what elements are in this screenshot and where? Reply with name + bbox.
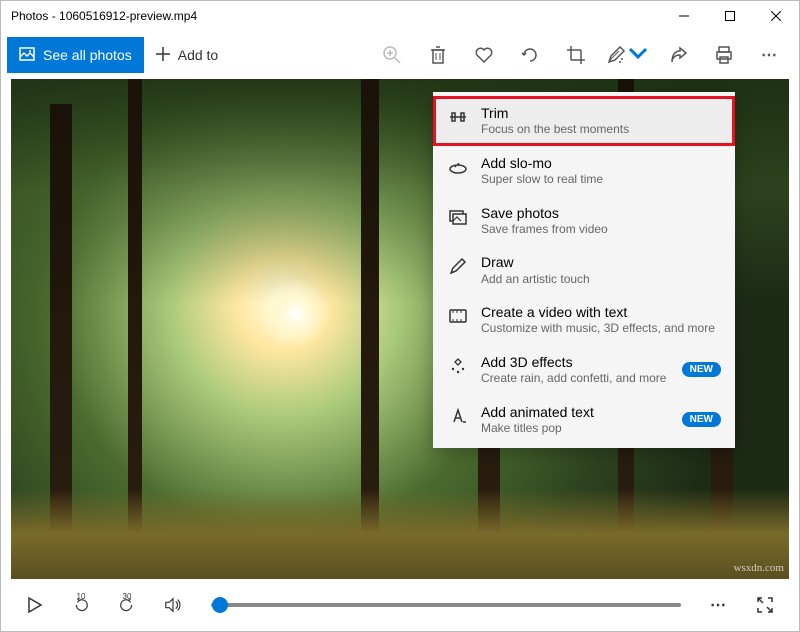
menu-title: Draw	[481, 253, 721, 271]
menu-subtitle: Customize with music, 3D effects, and mo…	[481, 321, 721, 337]
skip-fwd-label: 30	[123, 592, 132, 601]
window-title: Photos - 1060516912-preview.mp4	[11, 9, 197, 23]
edit-create-button[interactable]	[599, 31, 655, 79]
fullscreen-button[interactable]	[747, 587, 783, 623]
see-all-label: See all photos	[43, 47, 132, 63]
video-text-icon	[447, 305, 469, 327]
playback-bar: 10 30 ⋯	[1, 579, 799, 631]
menu-item-trim[interactable]: Trim Focus on the best moments	[433, 96, 735, 146]
add-to-label: Add to	[178, 47, 218, 63]
new-badge: NEW	[682, 412, 721, 427]
menu-subtitle: Save frames from video	[481, 222, 721, 238]
menu-title: Trim	[481, 104, 721, 122]
minimize-button[interactable]	[661, 1, 707, 31]
menu-subtitle: Add an artistic touch	[481, 272, 721, 288]
menu-subtitle: Focus on the best moments	[481, 122, 721, 138]
menu-item-3d-effects[interactable]: Add 3D effects Create rain, add confetti…	[433, 345, 735, 395]
slomo-icon	[447, 156, 469, 178]
menu-title: Add slo-mo	[481, 154, 721, 172]
skip-back-button[interactable]: 10	[63, 587, 99, 623]
app-window: Photos - 1060516912-preview.mp4 See all …	[0, 0, 800, 632]
trim-icon	[447, 106, 469, 128]
watermark: wsxdn.com	[734, 562, 784, 574]
effects-3d-icon	[447, 355, 469, 377]
share-button[interactable]	[655, 31, 701, 79]
more-button[interactable]: ⋯	[747, 31, 793, 79]
maximize-button[interactable]	[707, 1, 753, 31]
crop-button[interactable]	[553, 31, 599, 79]
edit-create-menu: Trim Focus on the best moments Add slo-m…	[433, 92, 735, 448]
add-to-button[interactable]: Add to	[144, 37, 230, 73]
menu-subtitle: Create rain, add confetti, and more	[481, 371, 670, 387]
menu-item-save-photos[interactable]: Save photos Save frames from video	[433, 196, 735, 246]
chevron-down-icon	[628, 43, 648, 68]
volume-button[interactable]	[155, 587, 191, 623]
new-badge: NEW	[682, 362, 721, 377]
photos-icon	[19, 46, 35, 65]
see-all-photos-button[interactable]: See all photos	[7, 37, 144, 73]
plus-icon	[156, 47, 170, 64]
play-button[interactable]	[17, 587, 53, 623]
skip-back-label: 10	[77, 592, 86, 601]
menu-item-video-text[interactable]: Create a video with text Customize with …	[433, 295, 735, 345]
seek-thumb[interactable]	[212, 597, 228, 613]
menu-title: Save photos	[481, 204, 721, 222]
menu-subtitle: Super slow to real time	[481, 172, 721, 188]
titlebar: Photos - 1060516912-preview.mp4	[1, 1, 799, 31]
zoom-button[interactable]	[369, 31, 415, 79]
menu-item-slomo[interactable]: Add slo-mo Super slow to real time	[433, 146, 735, 196]
menu-title: Add 3D effects	[481, 353, 670, 371]
draw-icon	[447, 255, 469, 277]
print-button[interactable]	[701, 31, 747, 79]
skip-forward-button[interactable]: 30	[109, 587, 145, 623]
delete-button[interactable]	[415, 31, 461, 79]
save-photos-icon	[447, 206, 469, 228]
close-button[interactable]	[753, 1, 799, 31]
seek-slider[interactable]	[211, 603, 681, 607]
menu-item-animated-text[interactable]: Add animated text Make titles pop NEW	[433, 395, 735, 445]
favorite-button[interactable]	[461, 31, 507, 79]
toolbar: See all photos Add to	[1, 31, 799, 79]
rotate-button[interactable]	[507, 31, 553, 79]
playback-more-button[interactable]: ⋯	[701, 587, 737, 623]
menu-subtitle: Make titles pop	[481, 421, 670, 437]
menu-title: Add animated text	[481, 403, 670, 421]
menu-item-draw[interactable]: Draw Add an artistic touch	[433, 245, 735, 295]
animated-text-icon	[447, 405, 469, 427]
menu-title: Create a video with text	[481, 303, 721, 321]
window-controls	[661, 1, 799, 31]
